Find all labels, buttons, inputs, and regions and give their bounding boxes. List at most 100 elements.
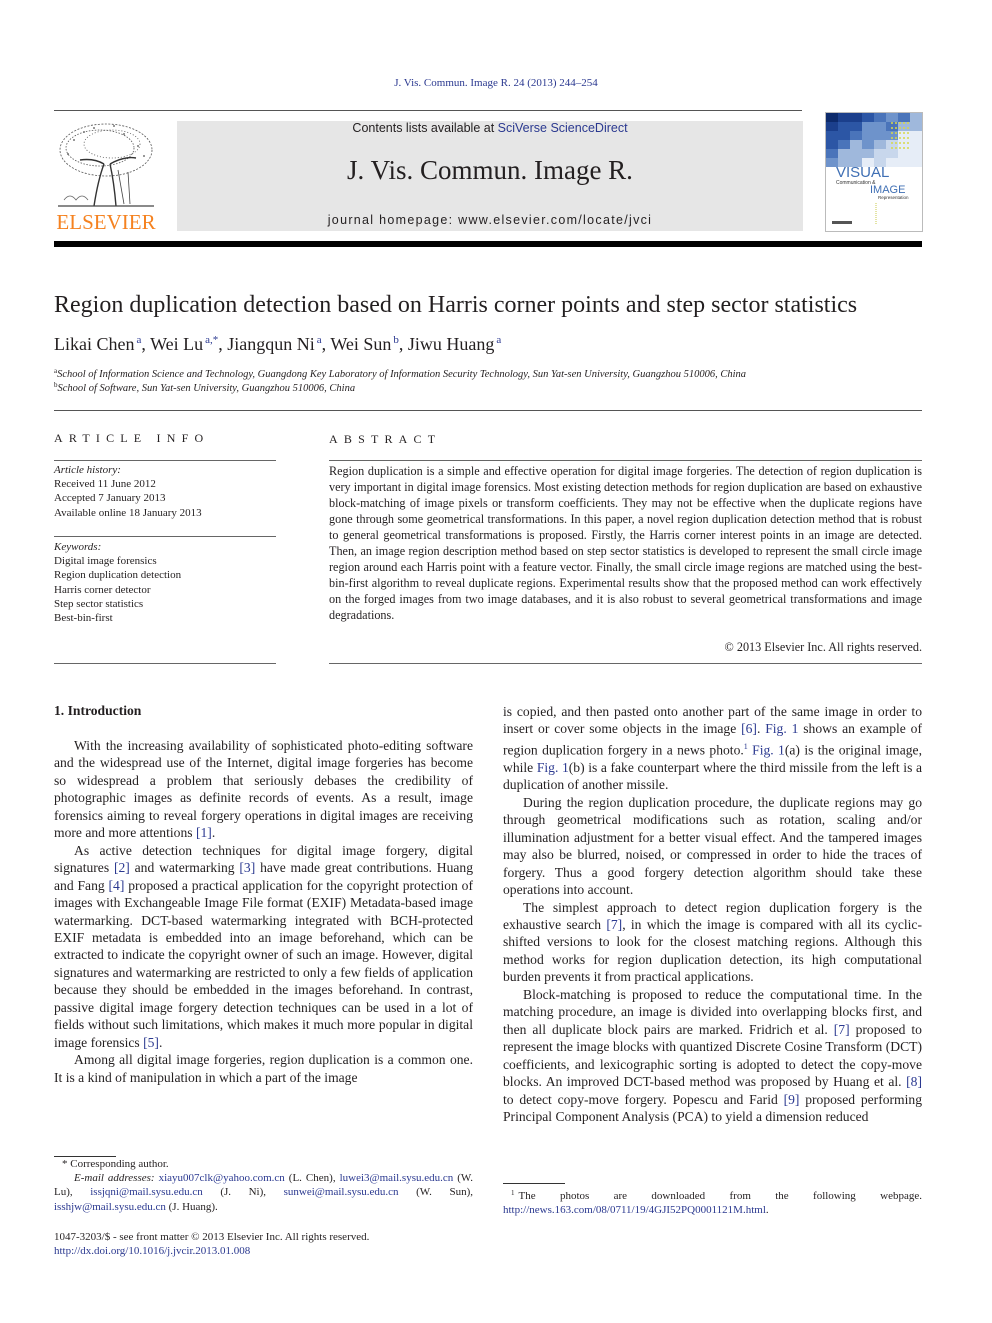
footnote-end: . — [765, 1204, 769, 1217]
cover-tile — [898, 149, 910, 158]
author-affiliation-marker[interactable]: a — [496, 334, 501, 346]
cover-dot — [899, 137, 901, 139]
author-name: Likai Chen — [54, 334, 135, 354]
email-link[interactable]: xiayu007clk@yahoo.com.cn — [159, 1172, 285, 1184]
cover-tile — [826, 122, 838, 131]
email-link[interactable]: sunwei@mail.sysu.edu.cn — [284, 1186, 399, 1198]
cover-tile — [838, 149, 850, 158]
author-separator: , — [398, 334, 408, 354]
footnote-rule — [503, 1183, 565, 1184]
journal-citation-link[interactable]: J. Vis. Commun. Image R. 24 (2013) 244–2… — [0, 77, 992, 89]
email-link[interactable]: luwei3@mail.sysu.edu.cn — [340, 1172, 454, 1184]
body-text: . — [211, 825, 216, 841]
email-link[interactable]: issjqni@mail.sysu.edu.cn — [90, 1186, 203, 1198]
cover-tile — [838, 140, 850, 149]
cover-tile — [838, 122, 850, 131]
cover-dot — [907, 147, 909, 149]
header-thick-rule — [54, 241, 922, 247]
contents-prefix: Contents lists available at — [352, 121, 498, 135]
cover-tile — [850, 149, 862, 158]
email-link[interactable]: isshjw@mail.sysu.edu.cn — [54, 1201, 166, 1213]
citation-link[interactable]: [3] — [239, 860, 255, 875]
citation-link[interactable]: [7] — [606, 917, 622, 932]
issn-line: 1047-3203/$ - see front matter © 2013 El… — [54, 1231, 370, 1243]
author-separator: , — [141, 334, 151, 354]
cover-dot — [903, 142, 905, 144]
cover-tile — [910, 149, 922, 158]
body-text: to detect copy-move forgery. Popescu and… — [503, 1091, 784, 1107]
article-info-rule — [54, 460, 276, 461]
cover-dot — [907, 122, 909, 124]
journal-homepage[interactable]: journal homepage: www.elsevier.com/locat… — [177, 213, 803, 227]
contents-line: Contents lists available at SciVerse Sci… — [177, 121, 803, 135]
footnotes-left: * Corresponding author. E-mail addresses… — [54, 1157, 473, 1214]
affiliation-text: School of Information Science and Techno… — [57, 369, 746, 380]
body-column-left: With the increasing availability of soph… — [54, 737, 473, 1086]
author-name: Jiwu Huang — [407, 334, 495, 354]
journal-cover-image[interactable]: VISUAL Communication & IMAGE Representat… — [825, 112, 923, 232]
cover-dot — [891, 142, 893, 144]
paper-title: Region duplication detection based on Ha… — [54, 292, 858, 318]
cover-tile — [886, 113, 898, 122]
article-history: Article history: Received 11 June 2012 A… — [54, 463, 276, 520]
citation-link[interactable]: [7] — [834, 1022, 850, 1037]
cover-tile — [862, 131, 874, 140]
cover-tile — [850, 131, 862, 140]
cover-dot — [903, 137, 905, 139]
abstract-copyright: © 2013 Elsevier Inc. All rights reserved… — [724, 640, 922, 654]
cover-tile — [910, 140, 922, 149]
citation-link[interactable]: [8] — [906, 1074, 922, 1089]
cover-dot — [891, 122, 893, 124]
citation-link[interactable]: Fig. 1 — [752, 742, 785, 757]
citation-link[interactable]: [9] — [784, 1092, 800, 1107]
keyword-item: Step sector statistics — [54, 597, 144, 610]
article-info-heading: ARTICLE INFO — [54, 431, 210, 445]
email-owner: (J. Ni) — [220, 1186, 264, 1199]
citation-link[interactable]: Fig. 1 — [765, 721, 798, 736]
cover-tile — [910, 158, 922, 167]
cover-tile — [874, 149, 886, 158]
citation-link[interactable]: [2] — [114, 860, 130, 875]
cover-tile — [826, 149, 838, 158]
email-owner: (J. Huang). — [168, 1200, 218, 1213]
citation-link[interactable]: [1] — [196, 825, 212, 840]
cover-dot — [891, 132, 893, 134]
email-addresses: E-mail addresses: xiayu007clk@yahoo.com.… — [54, 1172, 474, 1213]
citation-link[interactable]: [6] — [741, 721, 757, 736]
author-name: Wei Sun — [330, 334, 392, 354]
abstract-rule — [329, 663, 922, 664]
footnote-1: 1 The photos are downloaded from the foll… — [503, 1186, 922, 1217]
article-history-label: Article history: — [54, 464, 121, 476]
body-paragraph: Block-matching is proposed to reduce the… — [503, 986, 922, 1126]
keywords-label: Keywords: — [54, 541, 102, 553]
keyword-item: Best-bin-first — [54, 612, 113, 625]
body-text: With the increasing availability of soph… — [54, 738, 473, 841]
cover-tile — [886, 149, 898, 158]
citation-link[interactable]: [5] — [143, 1035, 159, 1050]
cover-title-representation: Representation — [878, 195, 909, 200]
email-owner: (W. Sun) — [416, 1186, 471, 1199]
cover-dot — [895, 142, 897, 144]
header-rule — [54, 110, 802, 111]
cover-dot — [899, 147, 901, 149]
cover-dot — [907, 142, 909, 144]
author-affiliation-marker[interactable]: a,* — [205, 334, 218, 346]
body-paragraph: As active detection techniques for digit… — [54, 842, 473, 1051]
citation-link[interactable]: [4] — [109, 878, 125, 893]
body-text: proposed a practical application for the… — [54, 877, 473, 1050]
body-paragraph: is copied, and then pasted onto another … — [503, 703, 922, 794]
citation-link[interactable]: Fig. 1 — [537, 760, 569, 775]
cover-tile — [850, 113, 862, 122]
body-paragraph: Among all digital image forgeries, regio… — [54, 1051, 473, 1086]
doi-link[interactable]: http://dx.doi.org/10.1016/j.jvcir.2013.0… — [54, 1245, 250, 1257]
history-online: Available online 18 January 2013 — [54, 506, 202, 519]
abstract-text: Region duplication is a simple and effec… — [329, 464, 922, 622]
cover-tile — [862, 140, 874, 149]
cover-tile — [862, 113, 874, 122]
email-label: E-mail addresses: — [74, 1172, 155, 1185]
footnote-url-link[interactable]: http://news.163.com/08/0711/19/4GJI52PQ0… — [503, 1204, 766, 1216]
cover-tile — [838, 113, 850, 122]
cover-dot — [895, 137, 897, 139]
sciencedirect-link[interactable]: SciVerse ScienceDirect — [498, 121, 628, 135]
article-info-rule — [54, 536, 276, 537]
